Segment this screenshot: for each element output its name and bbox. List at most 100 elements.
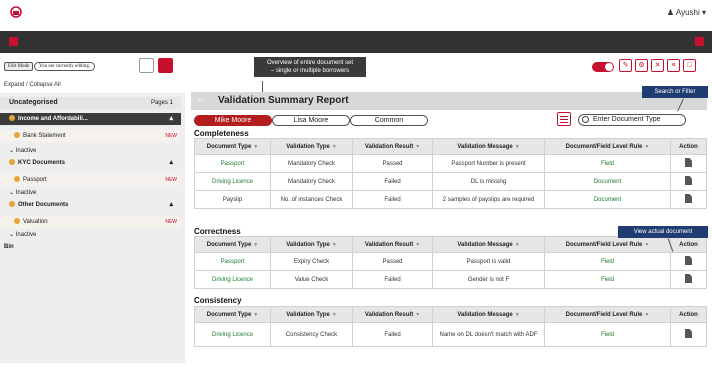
column-header[interactable]: Validation Result ▼	[352, 236, 433, 253]
chevron-down-icon: ⌄	[9, 148, 15, 154]
sidebar-inactive-toggle[interactable]: ⌄ Inactive	[0, 187, 181, 199]
view-toggle[interactable]	[592, 62, 614, 72]
column-header: Action	[670, 138, 707, 155]
edit-mode-button[interactable]: Edit Mode	[4, 62, 34, 71]
sort-icon: ▼	[415, 311, 421, 318]
sidebar-inactive-toggle[interactable]: ⌄ Inactive	[0, 229, 181, 241]
app-logo-icon	[10, 6, 22, 18]
file-icon[interactable]: □	[683, 59, 696, 72]
view-document-icon[interactable]	[685, 274, 692, 283]
user-name: Ayushi	[675, 8, 700, 17]
document-type-link[interactable]: Driving Licence	[194, 172, 271, 191]
column-header[interactable]: Validation Result ▼	[352, 306, 433, 323]
sidebar-item-passport[interactable]: Passport NEW	[0, 174, 181, 186]
close-icon[interactable]: ✕	[651, 59, 664, 72]
sidebar-inactive-toggle[interactable]: ⌄ Inactive	[0, 145, 181, 157]
document-type-link[interactable]: Payslip	[194, 190, 271, 209]
section-title-consistency: Consistency	[194, 296, 242, 305]
sort-icon: ▼	[331, 143, 337, 150]
column-header[interactable]: Validation Message ▼	[432, 236, 545, 253]
action-cell	[670, 172, 707, 191]
sidebar-group-kyc[interactable]: KYC Documents ▴	[0, 157, 181, 169]
correctness-table: Document Type ▼ Validation Type ▼ Validati…	[194, 236, 707, 289]
report-title-bar: ← Validation Summary Report	[191, 92, 707, 110]
view-document-icon[interactable]	[685, 158, 692, 167]
view-document-icon[interactable]	[685, 176, 692, 185]
document-type-link[interactable]: Passport	[194, 154, 271, 173]
table-row: Driving Licence Value Check Failed Gende…	[194, 270, 707, 289]
column-header[interactable]: Document/Field Level Rule ▼	[544, 236, 671, 253]
document-type-link[interactable]: Passport	[194, 252, 271, 271]
rule-level: Field	[544, 154, 671, 173]
edit-icon[interactable]: ✎	[619, 59, 632, 72]
table-row: Passport Mandatory Check Passed Passport…	[194, 154, 707, 173]
validation-message: Passport is valid	[432, 252, 545, 271]
view-document-icon[interactable]	[685, 194, 692, 203]
user-menu[interactable]: ♟ Ayushi ▾	[667, 8, 706, 17]
tab-mike-moore[interactable]: Mike Moore	[194, 115, 272, 126]
status-dot-icon	[14, 132, 20, 138]
document-type-link[interactable]: Driving Licence	[194, 322, 271, 347]
options-icon[interactable]	[695, 37, 704, 46]
table-header-row: Document Type ▼ Validation Type ▼ Validati…	[194, 236, 707, 253]
new-badge: NEW	[165, 219, 177, 225]
search-input[interactable]: Enter Document Type	[578, 114, 686, 126]
rule-level: Field	[544, 270, 671, 289]
settings-icon[interactable]: ⚙	[635, 59, 648, 72]
filter-icon[interactable]	[557, 112, 571, 126]
view-document-icon[interactable]	[685, 256, 692, 265]
column-header[interactable]: Document Type ▼	[194, 236, 271, 253]
status-dot-icon	[9, 115, 15, 121]
status-dot-icon	[14, 176, 20, 182]
document-type-link[interactable]: Driving Licence	[194, 270, 271, 289]
sort-icon: ▼	[253, 311, 259, 318]
column-header: Action	[670, 236, 707, 253]
view-document-icon[interactable]	[685, 329, 692, 338]
column-header[interactable]: Document/Field Level Rule ▼	[544, 306, 671, 323]
tab-common[interactable]: Common	[350, 115, 428, 126]
validation-result: Failed	[352, 270, 433, 289]
top-bar: ♟ Ayushi ▾	[0, 0, 712, 28]
column-header[interactable]: Validation Type ▼	[270, 236, 353, 253]
back-arrow-icon[interactable]: ←	[196, 94, 206, 105]
column-header[interactable]: Validation Type ▼	[270, 138, 353, 155]
sidebar-group-other[interactable]: Other Documents ▴	[0, 199, 181, 211]
hamburger-menu-icon[interactable]	[9, 37, 18, 46]
document-icon[interactable]	[158, 58, 173, 73]
validation-result: Failed	[352, 172, 433, 191]
column-header[interactable]: Validation Message ▼	[432, 306, 545, 323]
list-icon[interactable]: ≡	[667, 59, 680, 72]
new-badge: NEW	[165, 177, 177, 183]
column-header[interactable]: Document Type ▼	[194, 138, 271, 155]
new-badge: NEW	[165, 133, 177, 139]
chevron-down-icon: ▾	[701, 8, 706, 17]
expand-collapse-link[interactable]: Expand / Collapse All	[4, 82, 61, 88]
chevron-down-icon: ⌄	[9, 232, 15, 238]
column-header[interactable]: Document Type ▼	[194, 306, 271, 323]
validation-result: Failed	[352, 190, 433, 209]
sidebar-item-bin[interactable]: Bin	[0, 241, 181, 253]
sidebar-header: Uncategorised Pages 1	[0, 97, 181, 109]
section-title-correctness: Correctness	[194, 227, 241, 236]
tab-lisa-moore[interactable]: Lisa Moore	[272, 115, 350, 126]
column-header[interactable]: Validation Message ▼	[432, 138, 545, 155]
sort-icon: ▼	[644, 241, 650, 248]
column-header[interactable]: Validation Result ▼	[352, 138, 433, 155]
edit-chart-icon[interactable]	[139, 58, 154, 73]
rule-level: Field	[544, 252, 671, 271]
table-row: Payslip No. of instances Check Failed 2 …	[194, 190, 707, 209]
sidebar-item-valuation[interactable]: Valuation NEW	[0, 216, 181, 228]
sidebar-group-income[interactable]: Income and Affordabili... ▴	[0, 113, 181, 125]
consistency-table: Document Type ▼ Validation Type ▼ Validati…	[194, 306, 707, 347]
chevron-up-icon: ▴	[169, 159, 173, 166]
app-nav-bar	[0, 31, 712, 53]
table-row: Driving Licence Mandatory Check Failed D…	[194, 172, 707, 191]
status-dot-icon	[9, 159, 15, 165]
sidebar-item-bank-statement[interactable]: Bank Statement NEW	[0, 130, 181, 142]
table-row: Driving Licence Consistency Check Failed…	[194, 322, 707, 347]
section-title-completeness: Completeness	[194, 129, 249, 138]
column-header[interactable]: Document/Field Level Rule ▼	[544, 138, 671, 155]
column-header[interactable]: Validation Type ▼	[270, 306, 353, 323]
action-cell	[670, 154, 707, 173]
page-title: Validation Summary Report	[218, 95, 349, 106]
